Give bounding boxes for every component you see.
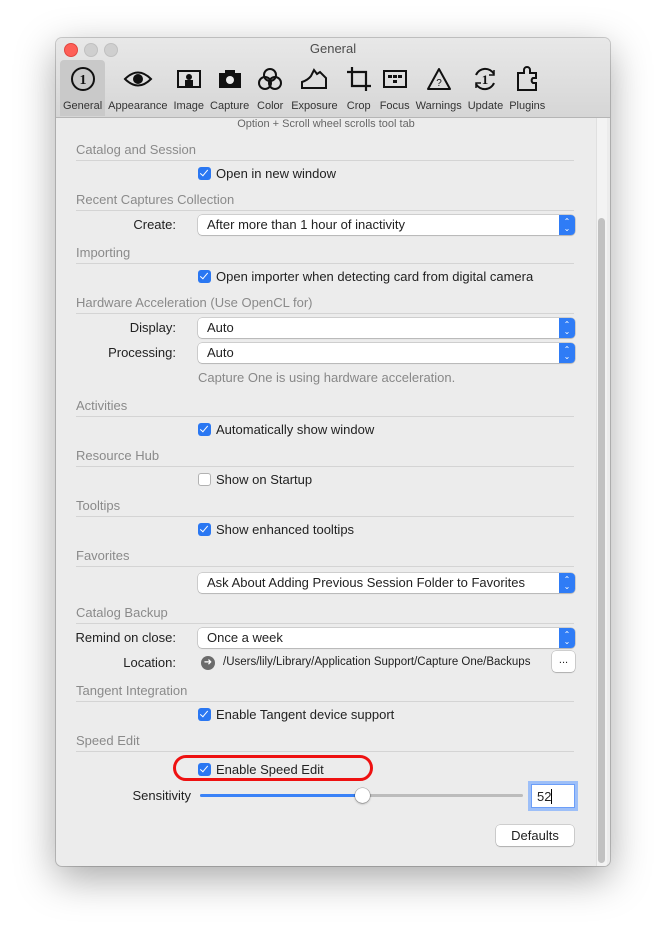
svg-text:1: 1 <box>79 73 86 88</box>
section-activities: Activities <box>76 398 574 417</box>
speed-edit-checkbox[interactable] <box>198 763 211 776</box>
defaults-button[interactable]: Defaults <box>496 825 574 846</box>
stepper-icon: ⌃ ⌄ <box>559 318 575 338</box>
remind-row: Remind on close: Once a week ⌃ ⌄ <box>56 628 596 648</box>
create-row: Create: After more than 1 hour of inacti… <box>56 215 596 235</box>
create-label: Create: <box>133 217 176 232</box>
color-circles-icon <box>255 64 285 94</box>
window-title: General <box>309 41 357 56</box>
tab-color[interactable]: Color <box>252 60 288 116</box>
section-speed-edit: Speed Edit <box>76 733 574 752</box>
tab-general[interactable]: 1 General <box>60 60 106 116</box>
speed-edit-row: Enable Speed Edit <box>56 760 596 780</box>
processing-row: Processing: Auto ⌃ ⌄ <box>56 343 596 363</box>
open-importer-checkbox[interactable] <box>198 270 211 283</box>
scrollbar[interactable] <box>596 118 607 866</box>
section-hardware-acceleration: Hardware Acceleration (Use OpenCL for) <box>76 295 574 314</box>
location-row: Location: ➜ /Users/lily/Library/Applicat… <box>56 651 596 673</box>
section-importing: Importing <box>76 245 574 264</box>
slider-knob[interactable] <box>354 788 370 803</box>
scroll-hint: Option + Scroll wheel scrolls tool tab <box>237 118 415 130</box>
tab-focus[interactable]: Focus <box>377 60 413 116</box>
auto-show-checkbox[interactable] <box>198 423 211 436</box>
tab-image[interactable]: Image <box>170 60 207 116</box>
remind-label: Remind on close: <box>75 630 176 645</box>
eye-icon <box>123 64 153 94</box>
tab-warnings[interactable]: ? Warnings <box>413 60 465 116</box>
enhanced-tooltips-checkbox[interactable] <box>198 523 211 536</box>
remind-select[interactable]: Once a week ⌃ ⌄ <box>198 628 575 648</box>
section-catalog-backup: Catalog Backup <box>76 605 574 624</box>
auto-show-row: Automatically show window <box>56 420 596 440</box>
preferences-content: Option + Scroll wheel scrolls tool tab C… <box>56 118 610 866</box>
sensitivity-slider[interactable] <box>200 788 523 803</box>
open-importer-row: Open importer when detecting card from d… <box>56 267 596 287</box>
stepper-icon: ⌃ ⌄ <box>559 628 575 648</box>
display-row: Display: Auto ⌃ ⌄ <box>56 318 596 338</box>
preferences-toolbar: 1 General Appearance Image Capture Color… <box>60 60 548 116</box>
crop-icon <box>344 64 374 94</box>
section-catalog-session: Catalog and Session <box>76 142 574 161</box>
favorites-row: Ask About Adding Previous Session Folder… <box>56 573 596 593</box>
tab-appearance[interactable]: Appearance <box>105 60 170 116</box>
section-resource-hub: Resource Hub <box>76 448 574 467</box>
sensitivity-row: Sensitivity 52 <box>56 784 596 810</box>
svg-text:1: 1 <box>482 72 489 87</box>
display-select[interactable]: Auto ⌃ ⌄ <box>198 318 575 338</box>
hardware-note: Capture One is using hardware accelerati… <box>198 370 456 385</box>
tab-crop[interactable]: Crop <box>341 60 377 116</box>
svg-text:?: ? <box>436 78 442 89</box>
arrow-right-circle-icon[interactable]: ➜ <box>201 656 215 670</box>
update-icon: 1 <box>470 64 500 94</box>
enhanced-tooltips-row: Show enhanced tooltips <box>56 520 596 540</box>
show-startup-row: Show on Startup <box>56 470 596 490</box>
section-tooltips: Tooltips <box>76 498 574 517</box>
scroll-thumb[interactable] <box>598 218 605 863</box>
tab-capture[interactable]: Capture <box>207 60 252 116</box>
tab-update[interactable]: 1 Update <box>465 60 506 116</box>
processing-select[interactable]: Auto ⌃ ⌄ <box>198 343 575 363</box>
general-icon: 1 <box>68 64 98 94</box>
section-favorites: Favorites <box>76 548 574 567</box>
slider-fill <box>200 794 362 797</box>
processing-label: Processing: <box>108 345 176 360</box>
histogram-icon <box>299 64 329 94</box>
open-new-window-checkbox[interactable] <box>198 167 211 180</box>
puzzle-icon <box>512 64 542 94</box>
warning-icon: ? <box>424 64 454 94</box>
stepper-icon: ⌃ ⌄ <box>559 343 575 363</box>
stepper-icon: ⌃ ⌄ <box>559 215 575 235</box>
favorites-select[interactable]: Ask About Adding Previous Session Folder… <box>198 573 575 593</box>
location-label: Location: <box>123 655 176 670</box>
image-icon <box>174 64 204 94</box>
tab-plugins[interactable]: Plugins <box>506 60 548 116</box>
create-select[interactable]: After more than 1 hour of inactivity ⌃ ⌄ <box>198 215 575 235</box>
preferences-window: General 1 General Appearance Image Captu… <box>56 38 610 866</box>
location-path: /Users/lily/Library/Application Support/… <box>223 656 531 668</box>
stepper-icon: ⌃ ⌄ <box>559 573 575 593</box>
show-startup-checkbox[interactable] <box>198 473 211 486</box>
display-label: Display: <box>129 320 176 335</box>
browse-location-button[interactable]: ... <box>552 651 575 672</box>
sensitivity-label: Sensitivity <box>132 788 191 803</box>
section-recent-captures: Recent Captures Collection <box>76 192 574 211</box>
tangent-checkbox[interactable] <box>198 708 211 721</box>
tangent-row: Enable Tangent device support <box>56 705 596 725</box>
sensitivity-input[interactable]: 52 <box>531 784 575 808</box>
section-tangent-integration: Tangent Integration <box>76 683 574 702</box>
open-new-window-row: Open in new window <box>56 164 596 184</box>
focus-icon <box>380 64 410 94</box>
camera-icon <box>215 64 245 94</box>
tab-exposure[interactable]: Exposure <box>288 60 340 116</box>
titlebar: General 1 General Appearance Image Captu… <box>56 38 610 118</box>
